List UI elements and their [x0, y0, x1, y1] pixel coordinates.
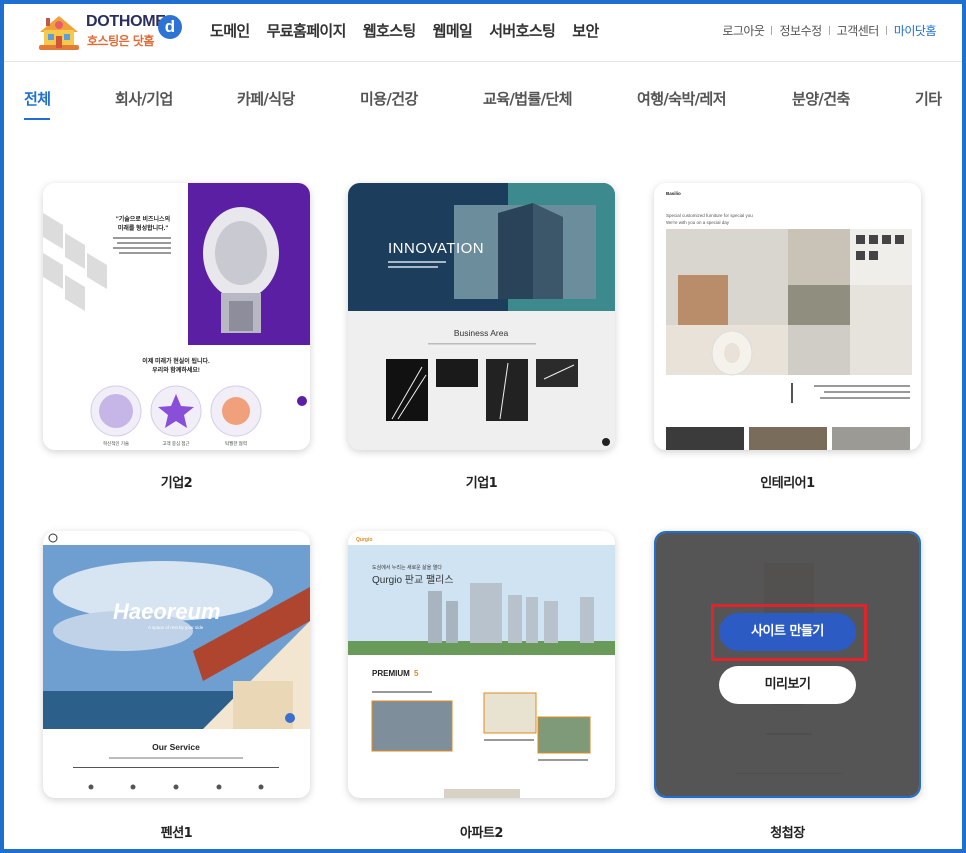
template-title[interactable]: 인테리어1 [654, 472, 921, 491]
circle-label: 탁월한 협력 [225, 440, 247, 447]
top-header: DOTHOME 호스팅은 닷홈 d 도메인 무료홈페이지 웹호스팅 웹메일 서버… [0, 0, 966, 62]
divider [771, 26, 773, 35]
tab-education-law-group[interactable]: 교육/법률/단체 [483, 88, 573, 109]
tab-travel-lodging-leisure[interactable]: 여행/숙박/레저 [637, 88, 727, 109]
category-tabs: 전체 회사/기업 카페/식당 미용/건강 교육/법률/단체 여행/숙박/레저 분… [0, 88, 966, 124]
preview-button[interactable]: 미리보기 [719, 666, 856, 704]
template-card-apartment2[interactable]: Qurgio 도심에서 누리는 새로운 삶을 열다 Qurgio 판교 팰리스 … [348, 531, 615, 798]
tab-beauty-health[interactable]: 미용/건강 [360, 88, 418, 109]
template-card-wedding-invitation[interactable]: 사이트 만들기 미리보기 [654, 531, 921, 798]
tab-company[interactable]: 회사/기업 [115, 88, 173, 109]
premium-label: PREMIUM [372, 669, 410, 678]
interior-line2: We're with you on a special day [666, 220, 730, 225]
quote-line2: 미래를 형성합니다." [118, 224, 168, 232]
logo-d-badge: d [158, 15, 182, 39]
headline-line2: 우리와 함께하세요! [152, 366, 200, 374]
circle-label: 고객 중심 접근 [162, 440, 189, 447]
divider [885, 26, 887, 35]
tab-etc[interactable]: 기타 [915, 88, 942, 109]
template-card-pension1[interactable]: Haeoreum A space of rest by your side Ou… [43, 531, 310, 798]
main-nav: 도메인 무료홈페이지 웹호스팅 웹메일 서버호스팅 보안 [210, 20, 616, 41]
haeoreum-sub: A space of rest by your side [148, 625, 204, 630]
nav-web-hosting[interactable]: 웹호스팅 [363, 20, 416, 41]
qurgio-hero: Qurgio 판교 팰리스 [372, 574, 454, 586]
template-thumbnail: Qurgio 도심에서 누리는 새로운 삶을 열다 Qurgio 판교 팰리스 … [348, 531, 615, 798]
template-thumbnail: Haeoreum A space of rest by your side Ou… [43, 531, 310, 798]
template-title[interactable]: 아파트2 [348, 822, 615, 841]
interior-line1: Special customized furniture for special… [666, 213, 753, 218]
template-thumbnail: INNOVATION Business Area [348, 183, 615, 450]
divider [828, 26, 830, 35]
innovation-hero: INNOVATION [388, 240, 484, 257]
template-title[interactable]: 펜션1 [43, 822, 310, 841]
template-title[interactable]: 기업2 [43, 472, 310, 491]
tab-all[interactable]: 전체 [24, 88, 51, 120]
logo-tagline: 호스팅은 닷홈 [87, 34, 154, 48]
circle-label: 혁신적인 기술 [103, 440, 129, 447]
premium-number: 5 [414, 669, 419, 678]
qurgio-kicker: 도심에서 누리는 새로운 삶을 열다 [372, 564, 442, 571]
interior-logo: Basilio [666, 191, 681, 196]
tab-sale-construction[interactable]: 분양/건축 [792, 88, 850, 109]
template-card-interior1[interactable]: Basilio Special customized furniture for… [654, 183, 921, 450]
nav-free-homepage[interactable]: 무료홈페이지 [267, 20, 347, 41]
tab-cafe-restaurant[interactable]: 카페/식당 [237, 88, 295, 109]
logo-brand: DOTHOME [86, 13, 166, 30]
headline-line1: 이제 미래가 현실이 됩니다. [142, 357, 210, 365]
nav-webmail[interactable]: 웹메일 [433, 20, 473, 41]
utility-links: 로그아웃 정보수정 고객센터 마이닷홈 [722, 22, 936, 39]
our-service-title: Our Service [152, 742, 200, 752]
my-dothome-link[interactable]: 마이닷홈 [894, 22, 937, 39]
quote-line1: "기술으로 비즈니스의 [116, 215, 170, 223]
nav-domain[interactable]: 도메인 [210, 20, 250, 41]
haeoreum-hero: Haeoreum [113, 599, 221, 624]
dothome-logo[interactable]: DOTHOME 호스팅은 닷홈 d [36, 10, 186, 52]
nav-server-hosting[interactable]: 서버호스팅 [489, 20, 556, 41]
template-card-corporate1[interactable]: INNOVATION Business Area [348, 183, 615, 450]
qurgio-logo: Qurgio [356, 537, 372, 543]
support-link[interactable]: 고객센터 [837, 22, 880, 39]
logout-link[interactable]: 로그아웃 [722, 22, 765, 39]
house-logo-icon [39, 16, 79, 50]
highlight-box [711, 604, 867, 661]
template-thumbnail: Basilio Special customized furniture for… [654, 183, 921, 450]
template-title[interactable]: 청첩장 [654, 822, 921, 841]
template-thumbnail: "기술으로 비즈니스의 미래를 형성합니다." 이제 미래가 현실이 됩니다. … [43, 183, 310, 450]
hover-overlay [656, 533, 919, 796]
nav-security[interactable]: 보안 [572, 20, 599, 41]
template-title[interactable]: 기업1 [348, 472, 615, 491]
edit-info-link[interactable]: 정보수정 [779, 22, 822, 39]
business-area-title: Business Area [454, 328, 509, 338]
template-card-corporate2[interactable]: "기술으로 비즈니스의 미래를 형성합니다." 이제 미래가 현실이 됩니다. … [43, 183, 310, 450]
